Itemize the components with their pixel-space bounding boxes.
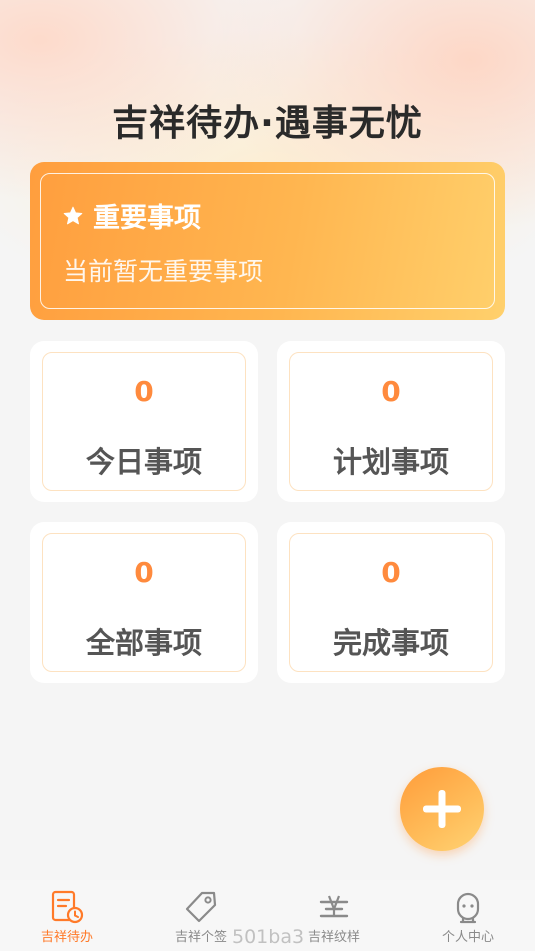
plus-icon [423, 790, 461, 828]
important-items-card[interactable]: 重要事项 当前暂无重要事项 [30, 162, 505, 320]
tab-label: 吉祥待办 [40, 930, 93, 945]
important-empty-text: 当前暂无重要事项 [63, 257, 264, 286]
stat-count: 0 [381, 375, 401, 408]
stat-label: 完成事项 [332, 626, 449, 660]
profile-icon [456, 892, 480, 924]
add-item-button[interactable] [400, 767, 484, 851]
stat-tile-border: 0 今日事项 [42, 352, 246, 491]
tag-icon [185, 891, 217, 923]
stat-tile-all[interactable]: 0 全部事项 [30, 522, 258, 683]
stat-label: 全部事项 [85, 626, 202, 660]
todo-clock-icon [51, 890, 84, 924]
stat-tile-planned[interactable]: 0 计划事项 [277, 341, 505, 502]
stat-tile-completed[interactable]: 0 完成事项 [277, 522, 505, 683]
star-icon [63, 206, 83, 226]
stat-label: 今日事项 [85, 445, 202, 479]
stat-count: 0 [134, 375, 154, 408]
tab-profile[interactable]: 个人中心 [401, 880, 535, 951]
important-title: 重要事项 [93, 203, 201, 234]
important-card-border: 重要事项 当前暂无重要事项 [40, 173, 495, 309]
important-header: 重要事项 [63, 196, 201, 235]
tab-label: 个人中心 [441, 930, 494, 945]
stat-count: 0 [381, 556, 401, 589]
pattern-icon [319, 895, 349, 918]
stat-tile-today[interactable]: 0 今日事项 [30, 341, 258, 502]
stat-tile-border: 0 完成事项 [289, 533, 493, 672]
stat-tile-border: 0 全部事项 [42, 533, 246, 672]
stat-count: 0 [134, 556, 154, 589]
tab-todo[interactable]: 吉祥待办 [0, 880, 134, 951]
stat-tile-border: 0 计划事项 [289, 352, 493, 491]
watermark-text: 501ba3 [232, 926, 305, 948]
stat-label: 计划事项 [332, 445, 449, 479]
page-slogan: 吉祥待办·遇事无忧 [112, 103, 423, 144]
